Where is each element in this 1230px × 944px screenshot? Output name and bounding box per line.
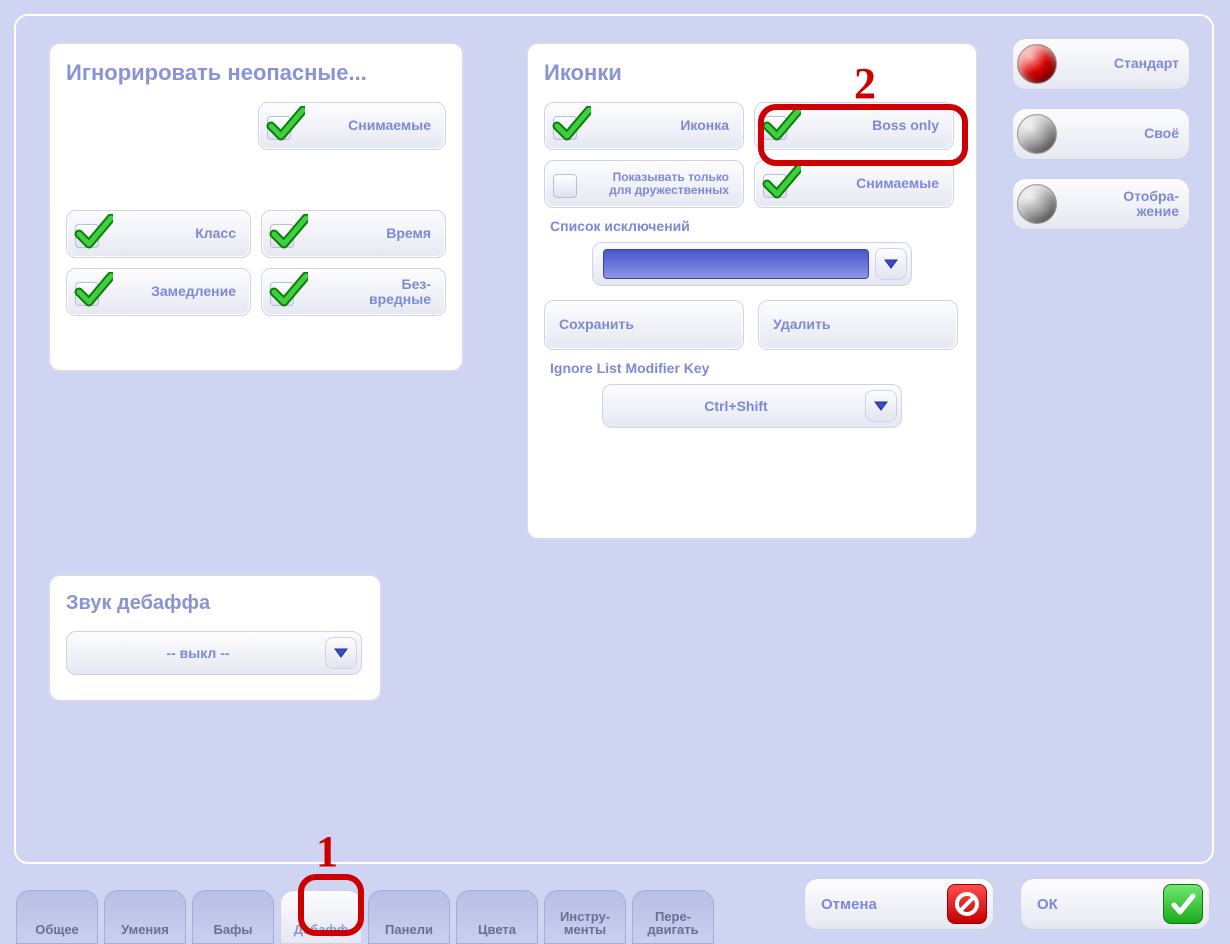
checkmark-icon (759, 166, 799, 202)
modifier-key-dropdown[interactable]: Ctrl+Shift (602, 384, 902, 428)
toggle-boss-only[interactable]: Boss only (754, 102, 954, 150)
tab-buffs[interactable]: Бафы (192, 890, 274, 944)
group-title: Игнорировать неопасные... (66, 60, 446, 86)
tab-label: Бафы (213, 923, 252, 937)
group-title: Звук дебаффа (66, 592, 364, 615)
exclusion-list-label: Список исключений (550, 218, 960, 234)
tab-label: Панели (385, 923, 433, 937)
toggle-label: Без- вредные (306, 277, 437, 308)
tab-label: Инстру- менты (560, 910, 610, 937)
checkmark-icon (759, 108, 799, 144)
button-label: Удалить (763, 317, 949, 332)
checkmark-icon (71, 216, 111, 252)
chevron-down-icon (325, 637, 357, 669)
toggle-label: Замедление (111, 284, 242, 299)
checkmark-icon (71, 274, 111, 310)
tab-label: Общее (35, 923, 79, 937)
button-label: Сохранить (549, 317, 735, 332)
button-label: Своё (1057, 126, 1179, 141)
checkmark-icon (266, 216, 306, 252)
exclusion-list-dropdown[interactable] (592, 242, 912, 286)
toggle-slow[interactable]: Замедление (66, 268, 251, 316)
side-standard-button[interactable]: Стандарт (1012, 38, 1190, 90)
group-title: Иконки (544, 60, 960, 86)
modifier-key-label: Ignore List Modifier Key (550, 360, 960, 376)
toggle-friendly-only[interactable]: Показывать только для дружественных (544, 160, 744, 208)
settings-panel: Игнорировать неопасные... Снимаемые Клас… (14, 14, 1214, 864)
toggle-label: Снимаемые (303, 118, 437, 133)
toggle-label: Время (306, 226, 437, 241)
ok-icon (1163, 884, 1203, 924)
status-orb-icon (1017, 44, 1057, 84)
tab-general[interactable]: Общее (16, 890, 98, 944)
dropdown-value (603, 249, 869, 279)
dropdown-value: -- выкл -- (77, 638, 319, 668)
tab-label: Пере- двигать (647, 910, 698, 937)
checkmark-icon (263, 108, 303, 144)
delete-button[interactable]: Удалить (758, 300, 958, 350)
tab-label: Цвета (478, 923, 516, 937)
checkmark-icon (266, 274, 306, 310)
toggle-label: Снимаемые (799, 176, 945, 191)
chevron-down-icon (875, 248, 907, 280)
group-ignore-harmless: Игнорировать неопасные... Снимаемые Клас… (48, 42, 464, 372)
tab-colors[interactable]: Цвета (456, 890, 538, 944)
cancel-icon (947, 884, 987, 924)
checkbox-icon (549, 166, 589, 202)
toggle-label: Иконка (589, 118, 735, 133)
status-orb-icon (1017, 114, 1057, 154)
group-icons: Иконки Иконка Boss only Показывать тольк… (526, 42, 978, 540)
tab-move[interactable]: Пере- двигать (632, 890, 714, 944)
side-display-button[interactable]: Отобра- жение (1012, 178, 1190, 230)
cancel-button[interactable]: Отмена (804, 878, 994, 930)
toggle-class[interactable]: Класс (66, 210, 251, 258)
button-label: Отобра- жение (1057, 189, 1179, 220)
toggle-harmless[interactable]: Без- вредные (261, 268, 446, 316)
button-label: ОК (1037, 896, 1163, 913)
checkmark-icon (549, 108, 589, 144)
group-debuff-sound: Звук дебаффа -- выкл -- (48, 574, 382, 702)
toggle-label: Boss only (799, 118, 945, 133)
toggle-removable[interactable]: Снимаемые (258, 102, 446, 150)
tab-panels[interactable]: Панели (368, 890, 450, 944)
button-label: Отмена (821, 896, 947, 913)
ok-button[interactable]: ОК (1020, 878, 1210, 930)
tab-tools[interactable]: Инстру- менты (544, 890, 626, 944)
debuff-sound-dropdown[interactable]: -- выкл -- (66, 631, 362, 675)
tab-label: Дебафф (294, 923, 349, 937)
status-orb-icon (1017, 184, 1057, 224)
toggle-icon[interactable]: Иконка (544, 102, 744, 150)
tab-debuffs[interactable]: Дебафф (280, 890, 362, 944)
content-area: Игнорировать неопасные... Снимаемые Клас… (48, 42, 998, 862)
toggle-label: Класс (111, 226, 242, 241)
side-own-button[interactable]: Своё (1012, 108, 1190, 160)
toggle-time[interactable]: Время (261, 210, 446, 258)
tab-bar: Общее Умения Бафы Дебафф Панели Цвета Ин… (16, 890, 714, 944)
save-button[interactable]: Сохранить (544, 300, 744, 350)
button-label: Стандарт (1057, 56, 1179, 71)
toggle-label: Показывать только для дружественных (589, 171, 735, 197)
toggle-icons-removable[interactable]: Снимаемые (754, 160, 954, 208)
tab-label: Умения (121, 923, 169, 937)
dropdown-value: Ctrl+Shift (613, 391, 859, 421)
tab-skills[interactable]: Умения (104, 890, 186, 944)
chevron-down-icon (865, 390, 897, 422)
side-column: Стандарт Своё Отобра- жение (1012, 38, 1190, 230)
